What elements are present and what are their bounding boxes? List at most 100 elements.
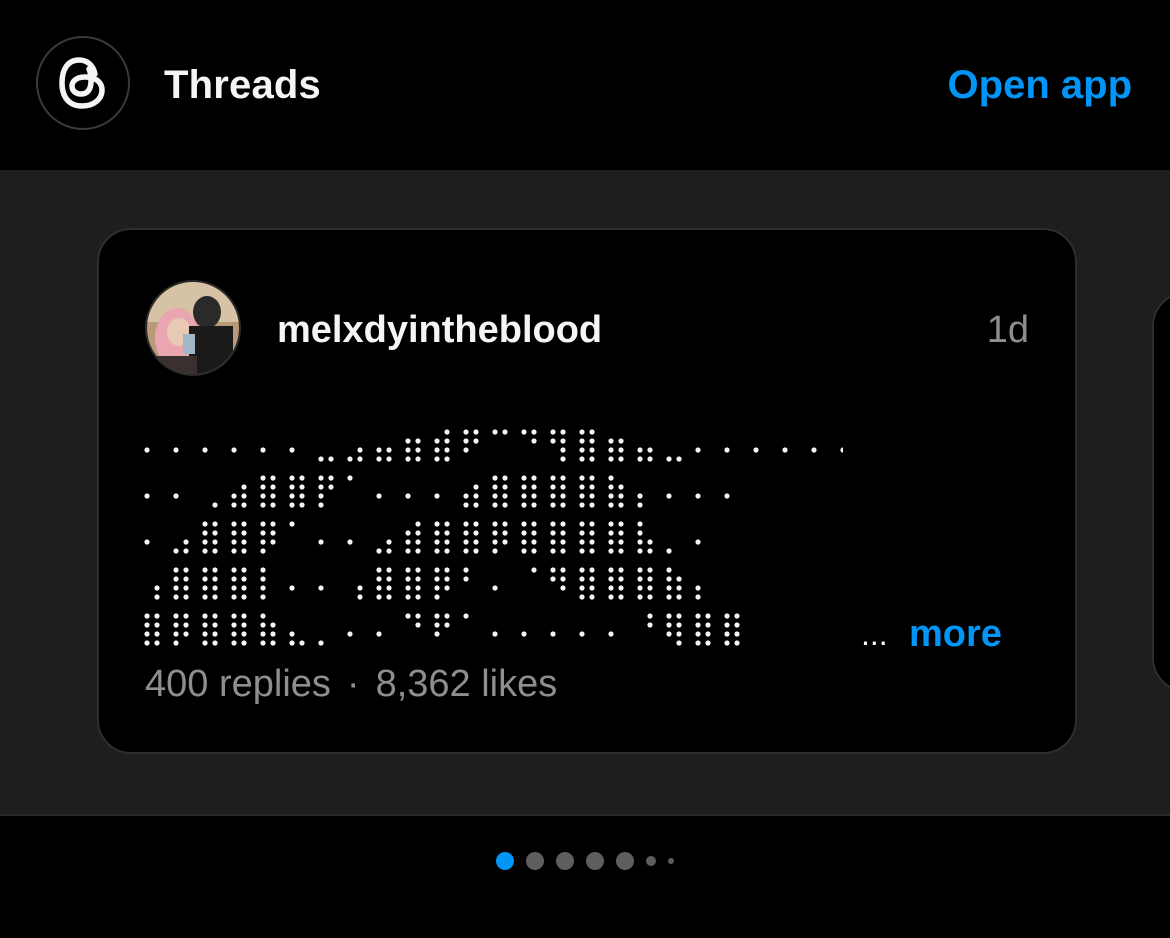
post-card[interactable]: melxdyintheblood 1d ... more 400 replies… bbox=[97, 228, 1077, 754]
braille-dot bbox=[444, 521, 450, 527]
braille-dot bbox=[531, 429, 537, 435]
braille-dot bbox=[647, 622, 653, 628]
braille-dot bbox=[676, 622, 682, 628]
braille-dot bbox=[589, 594, 595, 600]
braille-dot bbox=[753, 447, 759, 453]
carousel-pagination bbox=[0, 846, 1170, 876]
braille-dot bbox=[550, 567, 556, 573]
braille-dot bbox=[695, 493, 701, 499]
braille-dot bbox=[154, 622, 160, 628]
braille-dot bbox=[173, 447, 179, 453]
braille-dot bbox=[289, 502, 295, 508]
braille-dot bbox=[473, 484, 479, 490]
braille-dot bbox=[241, 548, 247, 554]
braille-dot bbox=[463, 521, 469, 527]
braille-dot bbox=[260, 613, 266, 619]
threads-logo-icon[interactable] bbox=[36, 36, 130, 130]
next-post-card-peek[interactable] bbox=[1152, 292, 1170, 692]
braille-dot bbox=[608, 475, 614, 481]
braille-dot bbox=[502, 539, 508, 545]
braille-dot bbox=[579, 548, 585, 554]
page-dot[interactable] bbox=[616, 852, 634, 870]
braille-dot bbox=[260, 493, 266, 499]
braille-dot bbox=[260, 484, 266, 490]
braille-dot bbox=[608, 438, 614, 444]
braille-dot bbox=[144, 493, 150, 499]
braille-dot bbox=[347, 475, 353, 481]
braille-dot bbox=[405, 548, 411, 554]
more-link[interactable]: more bbox=[909, 612, 1002, 656]
braille-dot bbox=[260, 539, 266, 545]
braille-dot bbox=[183, 631, 189, 637]
braille-dot bbox=[695, 613, 701, 619]
braille-dot bbox=[637, 521, 643, 527]
likes-count[interactable]: 8,362 likes bbox=[376, 662, 558, 706]
braille-dot bbox=[231, 576, 237, 582]
page-dot[interactable] bbox=[586, 852, 604, 870]
braille-dot bbox=[434, 447, 440, 453]
post-timestamp: 1d bbox=[986, 309, 1029, 351]
braille-dot bbox=[405, 456, 411, 462]
braille-dot bbox=[647, 567, 653, 573]
braille-dot bbox=[463, 493, 469, 499]
braille-dot bbox=[318, 493, 324, 499]
braille-dot bbox=[202, 521, 208, 527]
avatar-photo bbox=[147, 282, 239, 374]
braille-dot bbox=[560, 447, 566, 453]
braille-dot bbox=[579, 447, 585, 453]
post-stats: 400 replies · 8,362 likes bbox=[145, 662, 557, 706]
braille-dot bbox=[705, 631, 711, 637]
braille-dot bbox=[241, 539, 247, 545]
braille-dot bbox=[492, 475, 498, 481]
braille-dot bbox=[212, 640, 218, 646]
app-header: Threads Open app bbox=[0, 0, 1170, 170]
braille-dot bbox=[202, 539, 208, 545]
braille-dot bbox=[589, 539, 595, 545]
braille-dot bbox=[492, 548, 498, 554]
braille-dot bbox=[328, 484, 334, 490]
braille-dot bbox=[531, 530, 537, 536]
braille-dot bbox=[579, 594, 585, 600]
post-username[interactable]: melxdyintheblood bbox=[277, 308, 602, 352]
braille-dot bbox=[386, 585, 392, 591]
braille-dot bbox=[608, 548, 614, 554]
braille-dot bbox=[444, 456, 450, 462]
braille-dot bbox=[550, 438, 556, 444]
braille-dot bbox=[405, 585, 411, 591]
braille-dot bbox=[415, 576, 421, 582]
page-dot[interactable] bbox=[668, 858, 674, 864]
braille-dot bbox=[434, 567, 440, 573]
braille-dot bbox=[405, 576, 411, 582]
page-dot[interactable] bbox=[646, 856, 656, 866]
braille-dot bbox=[260, 640, 266, 646]
replies-count[interactable]: 400 replies bbox=[145, 662, 331, 706]
page-dot[interactable] bbox=[526, 852, 544, 870]
braille-dot bbox=[521, 475, 527, 481]
braille-dot bbox=[231, 622, 237, 628]
braille-dot bbox=[415, 567, 421, 573]
braille-dot bbox=[357, 585, 363, 591]
stats-separator: · bbox=[346, 663, 360, 705]
braille-dot bbox=[241, 484, 247, 490]
braille-dot bbox=[579, 585, 585, 591]
braille-dot bbox=[647, 539, 653, 545]
braille-dot bbox=[473, 521, 479, 527]
braille-dot bbox=[212, 622, 218, 628]
braille-dot bbox=[618, 567, 624, 573]
braille-dot bbox=[241, 576, 247, 582]
braille-dot bbox=[260, 502, 266, 508]
braille-dot bbox=[647, 576, 653, 582]
braille-dot bbox=[299, 502, 305, 508]
page-dot-active[interactable] bbox=[496, 852, 514, 870]
braille-dot bbox=[173, 622, 179, 628]
braille-dot bbox=[676, 456, 682, 462]
page-dot[interactable] bbox=[556, 852, 574, 870]
avatar[interactable] bbox=[145, 280, 241, 376]
braille-dot bbox=[241, 530, 247, 536]
braille-dot bbox=[589, 521, 595, 527]
braille-dot bbox=[386, 548, 392, 554]
braille-dot bbox=[415, 521, 421, 527]
post-carousel[interactable]: melxdyintheblood 1d ... more 400 replies… bbox=[0, 170, 1170, 814]
braille-dot bbox=[608, 567, 614, 573]
open-app-button[interactable]: Open app bbox=[948, 62, 1132, 108]
